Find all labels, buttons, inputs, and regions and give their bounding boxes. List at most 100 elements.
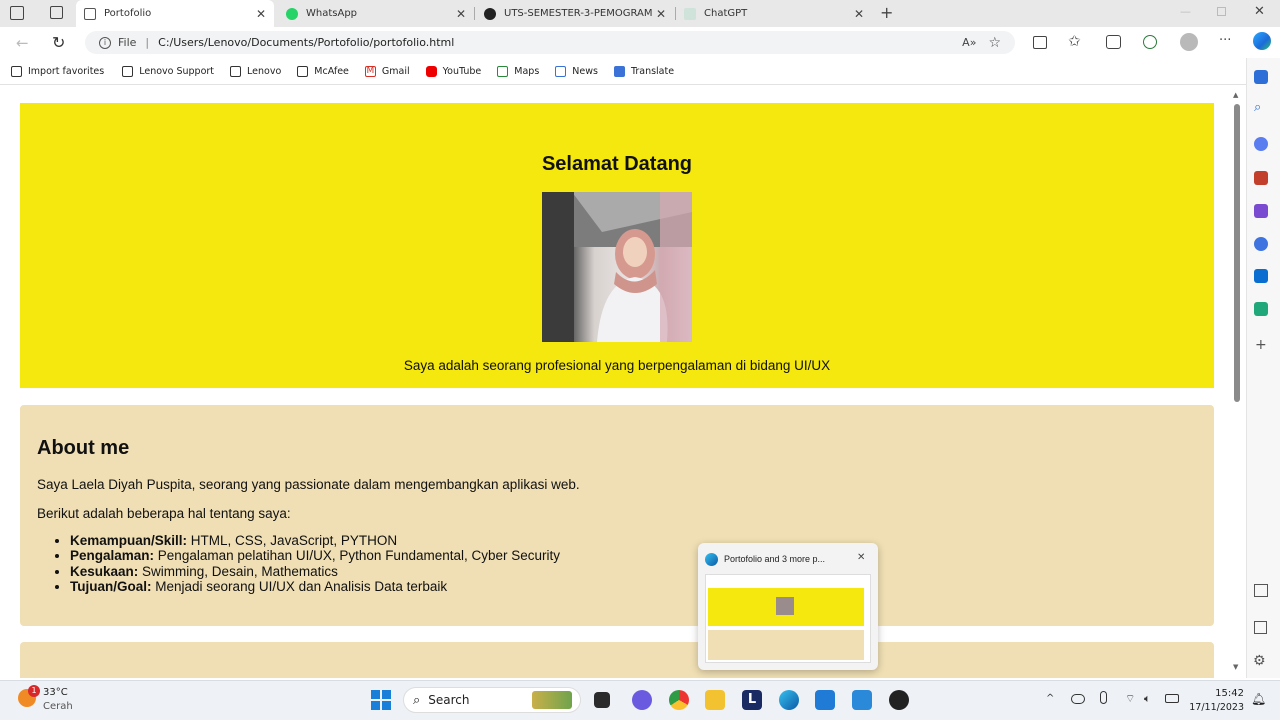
volume-icon[interactable]: 🔈︎ [1144,692,1151,706]
close-icon[interactable]: ✕ [857,552,865,563]
import-icon [11,65,22,77]
vscode-icon[interactable] [852,690,872,710]
gmail-icon: M [364,65,376,77]
sidebar-screenshot-icon[interactable] [1254,584,1268,597]
sidebar-designer-icon[interactable] [1254,302,1268,316]
sidebar-games-icon[interactable] [1254,204,1268,218]
more-menu-icon[interactable]: ··· [1219,33,1231,48]
split-screen-icon[interactable] [1033,36,1047,49]
scroll-up-icon[interactable]: ▲ [1233,91,1238,99]
taskbar-preview-popup[interactable]: Portofolio and 3 more p... ✕ [698,543,878,670]
favorite-star-icon[interactable]: ☆ [988,35,1001,51]
whatsapp-icon [286,7,298,20]
chrome-icon[interactable] [669,690,689,710]
sidebar-shopping-icon[interactable] [1254,137,1268,151]
close-icon[interactable]: ✕ [456,7,466,21]
notification-bell-icon[interactable]: 🔔︎ [1251,692,1266,706]
tab-portofolio[interactable]: Portofolio ✕ [76,0,274,27]
youtube-icon [425,65,437,77]
tab-separator [474,7,475,20]
workspaces-icon[interactable] [10,6,24,20]
collections-icon[interactable] [1106,35,1121,49]
profile-avatar[interactable] [1180,33,1198,51]
hero-subtitle: Saya adalah seorang profesional yang ber… [403,358,831,373]
favorite-lenovo[interactable]: Lenovo [230,65,281,77]
task-view-icon[interactable] [594,692,610,708]
popup-title: Portofolio and 3 more p... [724,554,826,564]
list-item: Kemampuan/Skill: HTML, CSS, JavaScript, … [70,533,560,548]
clock-time[interactable]: 15:42 [1194,688,1244,699]
favorite-maps[interactable]: Maps [497,65,539,77]
url-text[interactable]: C:/Users/Lenovo/Documents/Portofolio/por… [158,36,454,49]
sidebar-bell-icon[interactable] [1254,70,1268,84]
close-icon[interactable]: ✕ [256,7,266,21]
item-text: HTML, CSS, JavaScript, PYTHON [190,533,398,548]
favorite-youtube[interactable]: YouTube [425,65,481,77]
microphone-icon[interactable] [1100,691,1107,704]
page-icon [230,65,242,77]
vertical-tabs-icon[interactable] [50,6,63,19]
tab-chatgpt[interactable]: ChatGPT ✕ [676,0,872,27]
news-icon [555,65,567,77]
favorite-news[interactable]: News [555,65,598,77]
window-close-icon[interactable]: ✕ [1254,4,1265,19]
favorite-lenovo-support[interactable]: Lenovo Support [122,65,214,77]
tab-whatsapp[interactable]: WhatsApp ✕ [278,0,474,27]
maximize-icon[interactable] [1217,7,1226,16]
search-icon: ⌕ [413,692,421,708]
page-title: Selamat Datang [541,153,693,175]
back-icon[interactable]: ← [16,34,29,52]
sidebar-outlook-icon[interactable] [1254,269,1268,283]
favorite-import[interactable]: Import favorites [11,65,104,77]
close-icon[interactable]: ✕ [656,7,666,21]
address-bar[interactable]: i File | C:/Users/Lenovo/Documents/Porto… [85,31,1015,54]
sidebar-microsoft365-icon[interactable] [1254,237,1268,251]
favorite-mcafee[interactable]: McAfee [297,65,349,77]
minimize-icon[interactable]: — [1180,5,1191,18]
tab-github[interactable]: UTS-SEMESTER-3-PEMOGRAMA ✕ [476,0,674,27]
battery-icon[interactable] [1165,694,1179,703]
teams-icon[interactable] [632,690,652,710]
item-text: Pengalaman pelatihan UI/UX, Python Funda… [157,548,561,564]
github-desktop-icon[interactable] [889,690,909,710]
sidebar-tools-icon[interactable] [1254,171,1268,185]
onedrive-icon[interactable] [1071,694,1085,704]
weather-badge: 1 [28,685,40,697]
lenovo-vantage-icon[interactable]: L [742,690,762,710]
preview-thumbnail[interactable] [705,574,871,663]
item-text: Swimming, Desain, Mathematics [142,563,338,579]
refresh-icon[interactable]: ↻ [52,33,65,52]
taskbar-search[interactable]: ⌕ Search [403,687,581,713]
translate-icon [613,65,625,77]
file-explorer-icon[interactable] [705,690,725,710]
scroll-down-icon[interactable]: ▼ [1233,663,1238,671]
copilot-icon[interactable] [1253,32,1271,50]
sidebar-panel-icon[interactable] [1254,621,1267,634]
info-icon[interactable]: i [99,36,111,49]
close-icon[interactable]: ✕ [854,7,864,21]
tray-chevron-icon[interactable]: ^ [1046,693,1054,704]
clock-date[interactable]: 17/11/2023 [1186,702,1244,713]
read-aloud-icon[interactable]: A» [962,36,976,49]
store-icon[interactable] [815,690,835,710]
preview-about [708,630,864,660]
start-windows-icon[interactable] [371,690,391,710]
item-label: Kemampuan/Skill: [70,533,188,548]
sidebar-add-icon[interactable]: + [1255,337,1267,353]
sidebar-search-icon[interactable]: ⌕ [1254,100,1261,115]
chatgpt-icon [684,7,696,20]
browser-essentials-icon[interactable] [1143,35,1157,49]
item-text: Menjadi seorang UI/UX dan Analisis Data … [155,578,448,594]
about-list: Kemampuan/Skill: HTML, CSS, JavaScript, … [70,533,560,594]
about-intro: Saya Laela Diyah Puspita, seorang yang p… [37,477,580,492]
favorites-icon[interactable]: ✩ [1068,32,1081,50]
next-section [20,642,1214,678]
favorite-translate[interactable]: Translate [613,65,674,77]
new-tab-icon[interactable]: + [880,3,893,22]
wifi-icon[interactable]: ⌔ [1125,692,1135,706]
item-label: Tujuan/Goal: [70,578,152,594]
favorite-gmail[interactable]: M Gmail [364,65,410,77]
sidebar-settings-icon[interactable]: ⚙ [1253,653,1266,669]
scrollbar-thumb[interactable] [1234,104,1240,402]
edge-taskbar-icon[interactable] [779,690,799,710]
